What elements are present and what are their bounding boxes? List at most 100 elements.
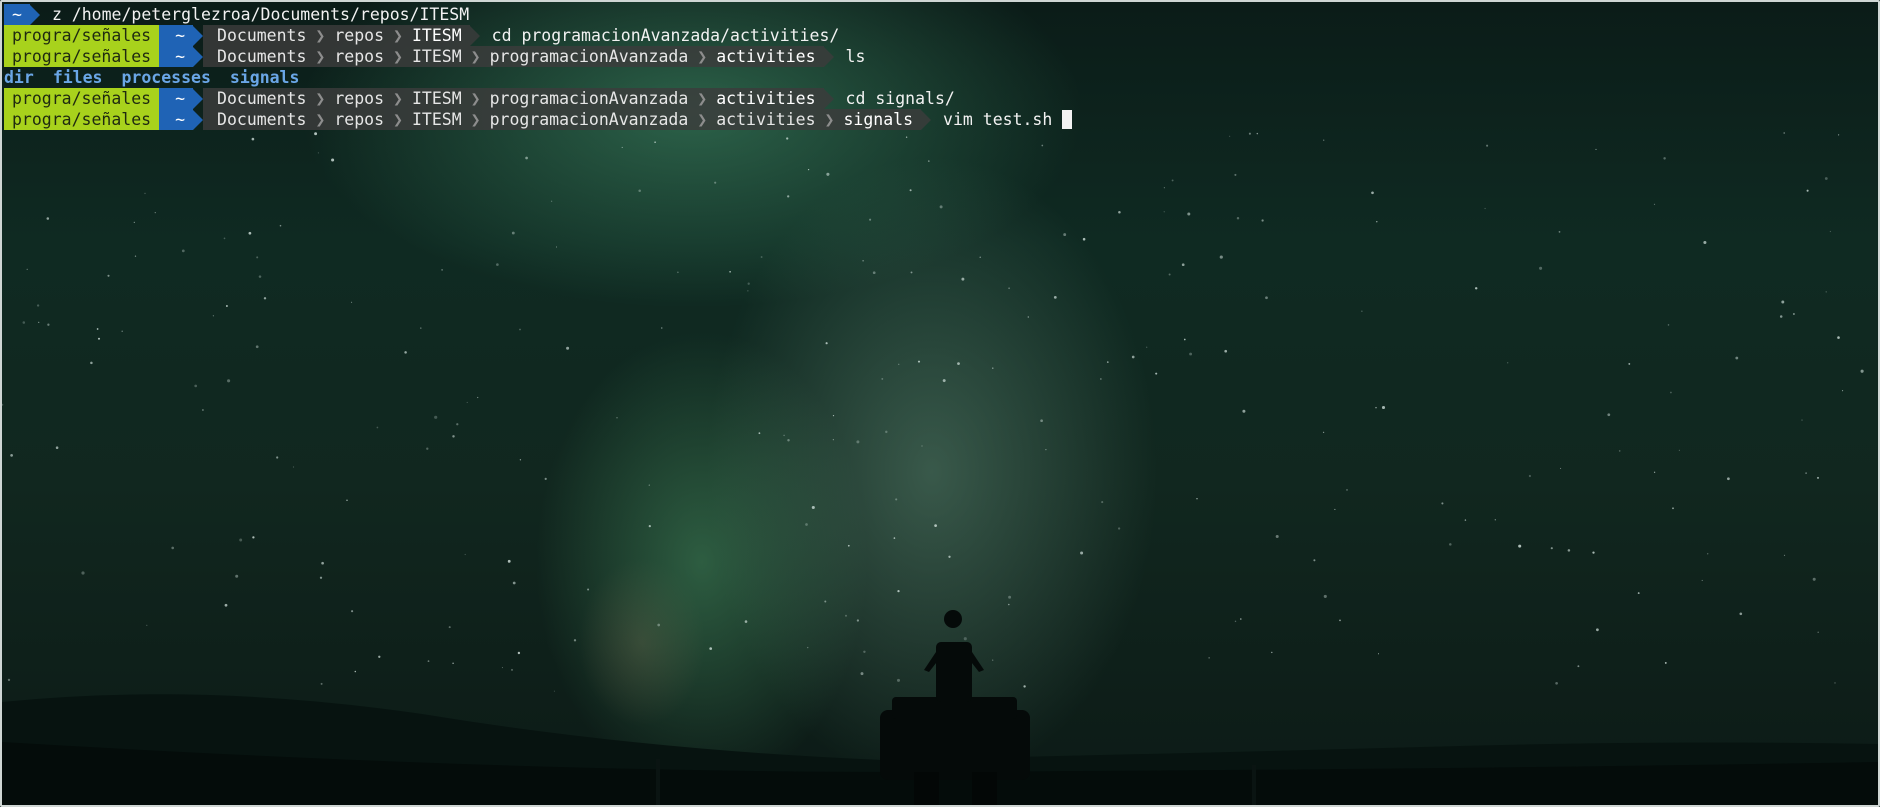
star	[1550, 547, 1553, 550]
star	[1219, 255, 1223, 259]
star	[1596, 628, 1599, 632]
star	[7, 678, 11, 682]
star	[448, 626, 451, 629]
home-segment: ~	[159, 25, 194, 46]
star	[787, 438, 790, 442]
star	[896, 678, 901, 682]
star	[1441, 502, 1444, 505]
directory-entry[interactable]: signals	[230, 67, 300, 88]
star	[905, 136, 908, 138]
star	[1707, 553, 1709, 555]
star	[555, 246, 558, 248]
star	[787, 195, 790, 198]
star	[805, 523, 808, 526]
star	[1242, 409, 1246, 413]
path-segment: Documents ❯ repos ❯ ITESM ❯ programacionAvanza…	[203, 109, 922, 130]
star	[1842, 390, 1844, 392]
star	[10, 454, 13, 457]
terminal-window[interactable]: ~ z /home/peterglezroa/Documents/repos/I…	[0, 0, 1880, 807]
star	[1080, 551, 1084, 555]
chevron-right-icon	[823, 46, 834, 67]
star	[464, 553, 466, 556]
star	[744, 620, 748, 623]
star	[319, 576, 323, 579]
star	[525, 156, 528, 160]
star	[917, 360, 921, 363]
star	[957, 362, 960, 365]
star	[251, 137, 255, 141]
chevron-right-icon: ❯	[470, 47, 481, 66]
star	[255, 345, 259, 349]
star	[657, 623, 661, 627]
star	[862, 260, 864, 262]
star	[223, 237, 226, 240]
star	[573, 639, 577, 642]
star	[1825, 291, 1827, 293]
star	[1494, 519, 1496, 521]
path-part: ITESM	[411, 47, 462, 66]
star	[1703, 240, 1707, 245]
home-segment: ~	[159, 109, 194, 130]
star	[1653, 471, 1656, 473]
star	[434, 415, 438, 419]
chevron-right-icon	[921, 109, 932, 130]
star	[948, 555, 951, 558]
path-part: repos	[334, 110, 385, 129]
star	[1595, 148, 1597, 150]
star	[807, 646, 809, 649]
star	[856, 619, 860, 622]
chevron-right-icon: ❯	[470, 110, 481, 129]
star	[507, 559, 511, 563]
star	[1100, 378, 1102, 380]
star	[1670, 391, 1672, 394]
star	[1567, 549, 1571, 552]
star	[832, 439, 834, 441]
star	[909, 189, 912, 192]
star	[856, 440, 860, 444]
star	[747, 282, 750, 285]
star	[452, 435, 455, 438]
star	[378, 655, 381, 658]
path-segment: Documents ❯ repos ❯ ITESM ❯ programacionAvanza…	[203, 88, 824, 109]
star	[404, 351, 407, 354]
star	[1146, 346, 1148, 348]
star	[1637, 592, 1640, 595]
home-segment: ~	[159, 46, 194, 67]
star	[825, 342, 828, 345]
star	[1801, 419, 1803, 421]
star	[1008, 603, 1010, 606]
star	[351, 301, 353, 303]
prompt-line: progra/señales ~ Documents ❯ repos ❯ ITESM cd p…	[4, 25, 1878, 46]
star	[452, 662, 454, 665]
chevron-right-icon: ❯	[697, 110, 708, 129]
star	[648, 524, 651, 528]
star	[1236, 217, 1240, 220]
star	[963, 637, 967, 641]
cursor[interactable]	[1062, 110, 1073, 129]
star	[1474, 287, 1478, 290]
star	[426, 447, 429, 450]
directory-entry[interactable]: files	[53, 67, 103, 88]
command-text: z /home/peterglezroa/Documents/repos/ITE…	[51, 5, 470, 24]
chevron-right-icon	[823, 88, 834, 109]
star	[519, 328, 521, 331]
chevron-right-icon: ❯	[470, 89, 481, 108]
star	[512, 581, 516, 585]
star	[677, 271, 679, 274]
directory-entry[interactable]: processes	[121, 67, 210, 88]
star	[1664, 661, 1667, 664]
star	[897, 589, 900, 593]
star	[351, 610, 354, 613]
chevron-right-icon	[193, 88, 204, 109]
star	[144, 192, 146, 195]
home-segment: ~	[159, 88, 194, 109]
star	[1377, 653, 1380, 655]
star	[1168, 273, 1171, 276]
star	[1783, 132, 1786, 134]
star	[1163, 211, 1165, 213]
directory-entry[interactable]: dir	[4, 67, 34, 88]
star	[811, 505, 815, 510]
git-branch-segment: progra/señales	[4, 46, 160, 67]
ls-output: dir files processes signals	[4, 67, 1878, 88]
chevron-right-icon	[469, 25, 480, 46]
